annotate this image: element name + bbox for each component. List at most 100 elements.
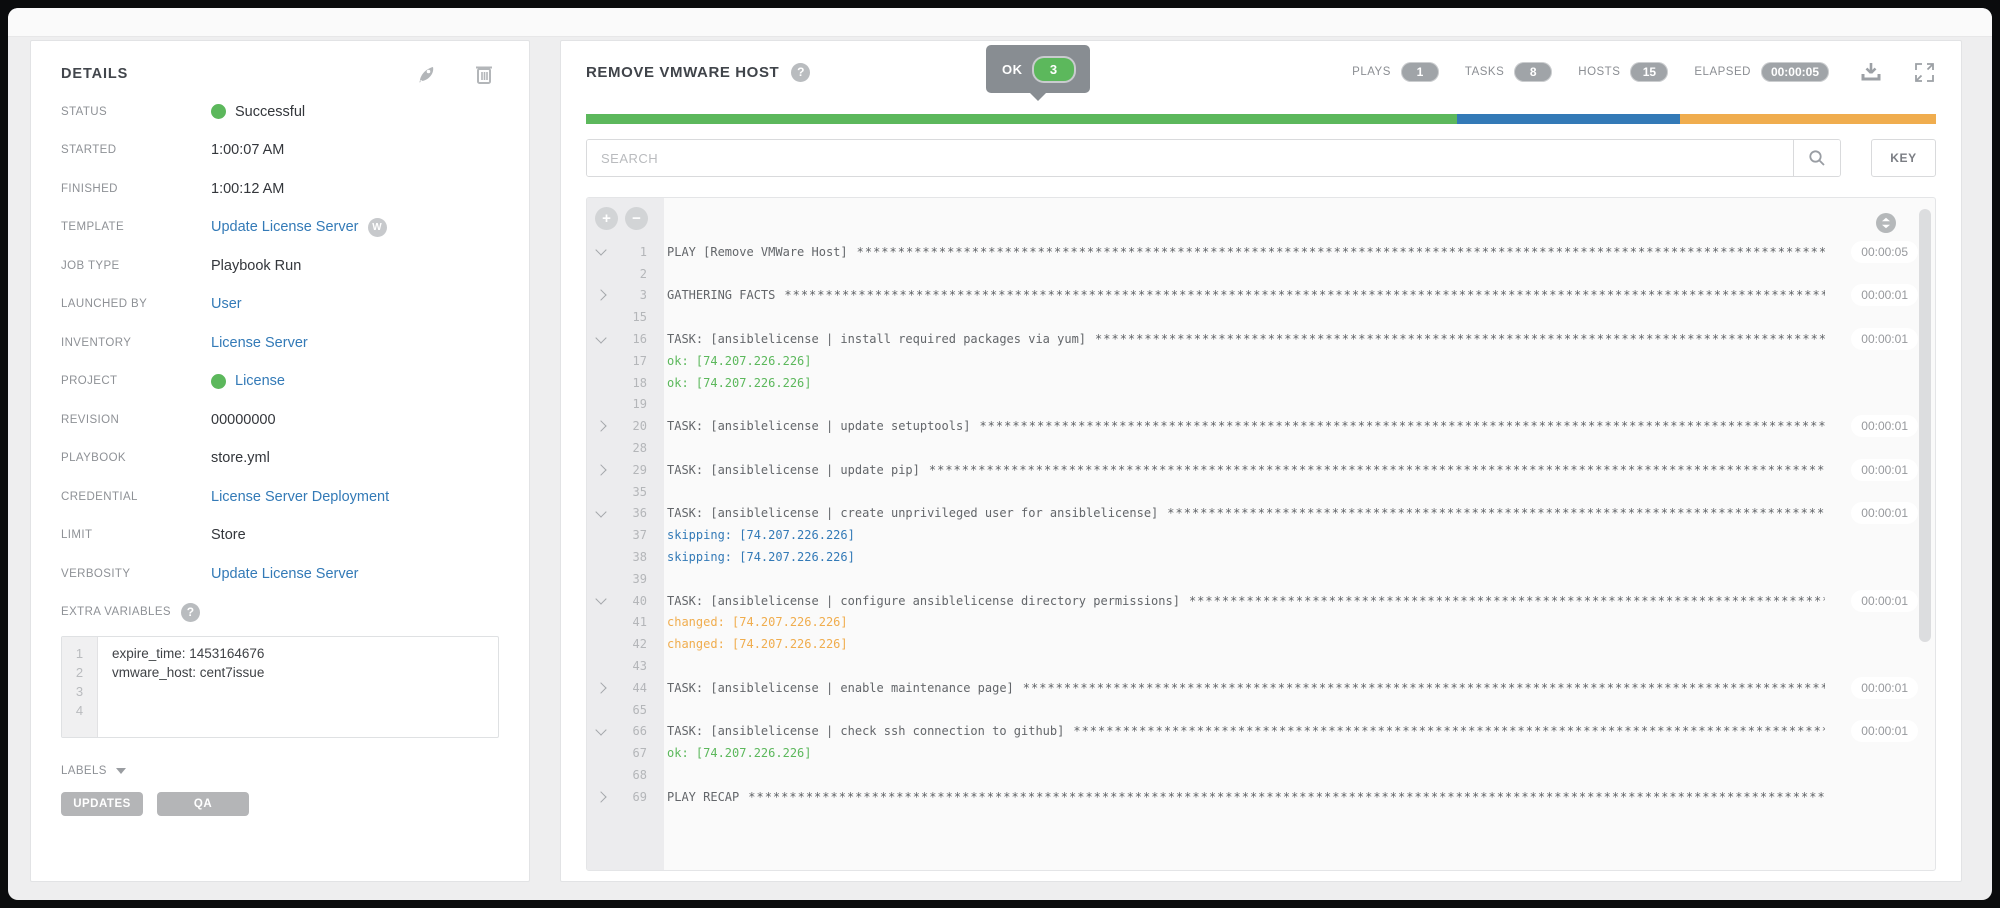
console-row: 37skipping: [74.207.226.226] — [587, 524, 1825, 546]
details-panel: DETAILS — [30, 40, 530, 882]
row-toggle-chevron[interactable] — [587, 598, 615, 603]
workflow-icon[interactable]: W — [368, 218, 387, 237]
console-row: 1PLAY [Remove VMWare Host]**************… — [587, 241, 1825, 263]
details-row-value: License Server — [211, 335, 308, 351]
fullscreen-icon — [1913, 61, 1936, 84]
job-stat: HOSTS15 — [1578, 62, 1668, 82]
row-toggle-chevron[interactable] — [587, 466, 615, 474]
row-toggle-chevron[interactable] — [587, 337, 615, 342]
details-link[interactable]: License Server — [211, 335, 308, 351]
details-row-label: TEMPLATE — [61, 221, 211, 233]
labels-title: LABELS — [61, 765, 107, 777]
details-link[interactable]: License — [235, 373, 285, 389]
console-row: 35 — [587, 481, 1825, 503]
search-input[interactable] — [587, 140, 1793, 176]
elapsed-badge: 00:00:05 — [1851, 241, 1918, 263]
console-line-asterisks: ****************************************… — [784, 288, 1825, 302]
row-toggle-chevron[interactable] — [587, 249, 615, 254]
page: DETAILS — [8, 8, 1992, 900]
key-button[interactable]: KEY — [1871, 139, 1936, 177]
editor-line-text — [112, 701, 498, 720]
delete-button[interactable] — [473, 62, 495, 86]
details-row-value: store.yml — [211, 450, 270, 466]
details-link[interactable]: License Server Deployment — [211, 489, 389, 505]
collapse-all-button[interactable] — [1875, 212, 1897, 234]
progress-segment — [1457, 114, 1680, 124]
zoom-out-button[interactable]: − — [625, 207, 648, 230]
editor-line-number: 3 — [62, 682, 97, 701]
console-row: 15 — [587, 306, 1825, 328]
row-toggle-chevron[interactable] — [587, 729, 615, 734]
console-line-text: ok: [74.207.226.226] — [667, 354, 812, 368]
details-row-label: LAUNCHED BY — [61, 298, 211, 310]
row-toggle-chevron[interactable] — [587, 511, 615, 516]
console-line-number: 38 — [615, 550, 647, 564]
row-toggle-chevron[interactable] — [587, 291, 615, 299]
help-icon[interactable]: ? — [181, 603, 200, 622]
details-row-value: License — [211, 373, 285, 389]
row-toggle-chevron[interactable] — [587, 793, 615, 801]
console-line-text: skipping: [74.207.226.226] — [667, 528, 855, 542]
status-dot-icon — [211, 374, 226, 389]
console-line-number: 19 — [615, 397, 647, 411]
editor-gutter: 1234 — [62, 637, 98, 737]
console-lines: 1PLAY [Remove VMWare Host]**************… — [587, 241, 1935, 808]
extra-variables-editor[interactable]: 1234 expire_time: 1453164676vmware_host:… — [61, 636, 499, 738]
details-row-label: FINISHED — [61, 183, 211, 195]
console-line-number: 29 — [615, 463, 647, 477]
details-text: 1:00:07 AM — [211, 142, 284, 158]
console-row: 17 ok: [74.207.226.226] — [587, 350, 1825, 372]
details-link[interactable]: User — [211, 296, 242, 312]
row-toggle-chevron[interactable] — [587, 684, 615, 692]
tooltip-count-badge: 3 — [1034, 58, 1074, 81]
console-row: 18ok: [74.207.226.226] — [587, 372, 1825, 394]
console-line-number: 41 — [615, 615, 647, 629]
console-line-text: PLAY RECAP — [667, 790, 739, 804]
zoom-in-button[interactable]: + — [595, 207, 618, 230]
row-toggle-chevron[interactable] — [587, 422, 615, 430]
help-icon[interactable]: ? — [791, 63, 810, 82]
console-row: 65 — [587, 699, 1825, 721]
details-row: FINISHED1:00:12 AM — [61, 178, 499, 199]
chevron-down-icon — [595, 506, 606, 517]
details-row-label: INVENTORY — [61, 337, 211, 349]
details-row-label: LIMIT — [61, 529, 211, 541]
details-link[interactable]: Update License Server — [211, 566, 359, 582]
job-stat-badge: 1 — [1401, 62, 1439, 82]
relaunch-button[interactable] — [415, 62, 439, 86]
console-line-number: 40 — [615, 594, 647, 608]
job-stat-badge: 8 — [1514, 62, 1552, 82]
console-line-number: 35 — [615, 485, 647, 499]
details-row-label: STATUS — [61, 106, 211, 118]
details-row-label: VERBOSITY — [61, 568, 211, 580]
details-row-value: 00000000 — [211, 412, 276, 428]
details-row: PLAYBOOKstore.yml — [61, 448, 499, 469]
details-row-value: 1:00:12 AM — [211, 181, 284, 197]
details-row: LIMITStore — [61, 525, 499, 546]
console-line-number: 68 — [615, 768, 647, 782]
details-row: VERBOSITYUpdate License Server — [61, 563, 499, 584]
console-line-text: changed: [74.207.226.226] — [667, 615, 848, 629]
elapsed-badge: 00:00:01 — [1851, 328, 1918, 350]
details-link[interactable]: Update License Server — [211, 219, 359, 235]
download-output-button[interactable] — [1859, 60, 1883, 84]
search-button[interactable] — [1793, 140, 1840, 176]
console-line-text: PLAY [Remove VMWare Host] — [667, 245, 848, 259]
console-row: 3GATHERING FACTS************************… — [587, 285, 1825, 307]
chevron-right-icon — [595, 464, 606, 475]
details-row: TEMPLATEUpdate License Server W — [61, 217, 499, 238]
console-scrollbar[interactable] — [1919, 209, 1931, 642]
console-line-asterisks: ****************************************… — [929, 463, 1825, 477]
console-line-text: TASK: [ansiblelicense | create unprivile… — [667, 506, 1158, 520]
details-row-label: PLAYBOOK — [61, 452, 211, 464]
console-line-number: 43 — [615, 659, 647, 673]
labels-header[interactable]: LABELS — [61, 762, 499, 780]
console-row: 43 — [587, 655, 1825, 677]
details-row-label: JOB TYPE — [61, 260, 211, 272]
expand-output-button[interactable] — [1913, 61, 1936, 84]
console-row: 36TASK: [ansiblelicense | create unprivi… — [587, 503, 1825, 525]
console-line-number: 67 — [615, 746, 647, 760]
console-line-number: 17 — [615, 354, 647, 368]
job-output-panel: REMOVE VMWARE HOST ? PLAYS1TASKS8HOSTS15… — [560, 40, 1962, 882]
console-row: 29TASK: [ansiblelicense | update pip]***… — [587, 459, 1825, 481]
